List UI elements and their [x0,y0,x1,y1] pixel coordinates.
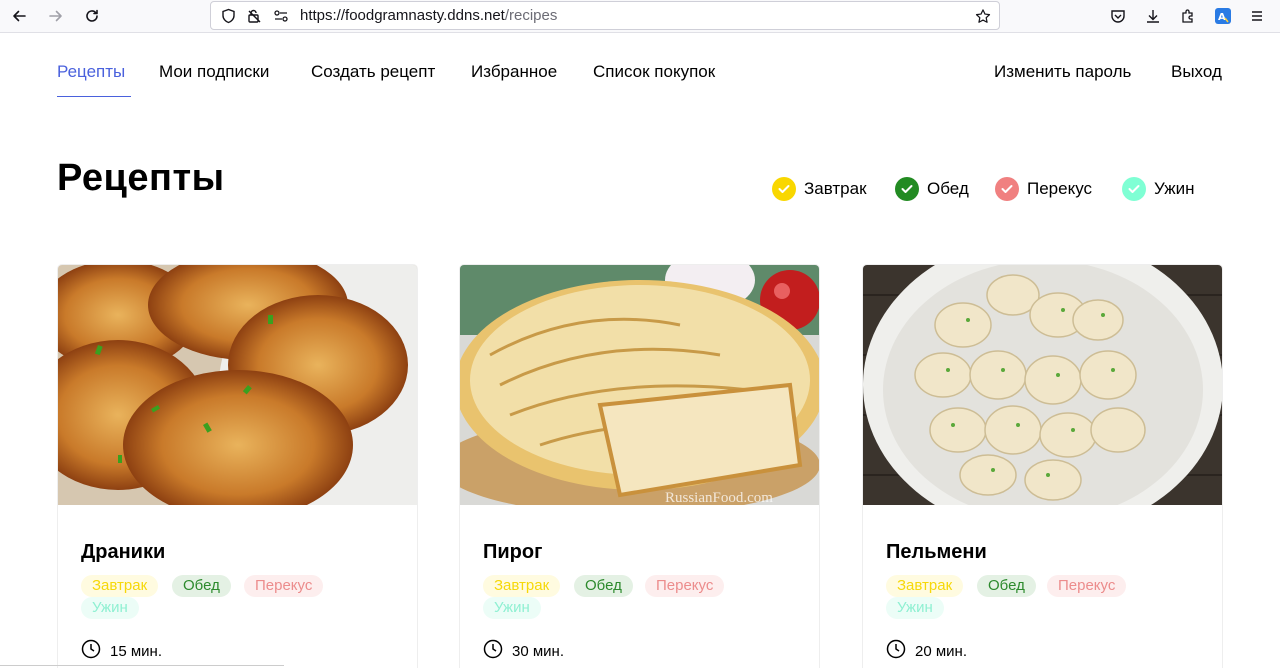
recipe-image[interactable] [58,265,417,505]
browser-toolbar: https://foodgramnasty.ddns.net/recipes A [0,0,1280,33]
tag-snack: Перекус [645,575,725,597]
recipe-image[interactable] [863,265,1222,505]
tag-dinner: Ужин [81,597,139,619]
tag-dinner: Ужин [886,597,944,619]
nav-logout[interactable]: Выход [1171,62,1222,82]
nav-create-recipe[interactable]: Создать рецепт [311,62,435,82]
extensions-icon[interactable] [1177,5,1199,27]
pocket-icon[interactable] [1107,5,1129,27]
address-bar[interactable]: https://foodgramnasty.ddns.net/recipes [210,1,1000,30]
tag-dinner: Ужин [483,597,541,619]
filter-label: Ужин [1154,179,1195,198]
permissions-icon[interactable] [273,8,289,24]
filter-breakfast[interactable]: Завтрак [772,176,867,202]
watermark: RussianFood.com [665,490,773,505]
tag-lunch: Обед [172,575,231,597]
site-header: Рецепты Мои подписки Создать рецепт Избр… [0,34,1280,114]
nav-recipes[interactable]: Рецепты [57,62,125,82]
recipe-time: 20 мин. [886,639,967,663]
time-label: 20 мин. [915,642,967,660]
nav-change-password[interactable]: Изменить пароль [994,62,1131,82]
check-icon [1122,177,1146,201]
clock-icon [483,639,503,663]
menu-icon[interactable] [1246,5,1268,27]
clock-icon [886,639,906,663]
time-label: 15 мин. [110,642,162,660]
recipe-time: 15 мин. [81,639,162,663]
check-icon [995,177,1019,201]
translate-icon[interactable]: A [1212,5,1234,27]
divider [0,665,284,666]
recipe-image[interactable]: RussianFood.com [460,265,819,505]
bookmark-star-icon[interactable] [975,8,991,24]
tag-breakfast: Завтрак [483,575,561,597]
tag-snack: Перекус [1047,575,1127,597]
filter-label: Перекус [1027,179,1093,198]
check-icon [895,177,919,201]
time-label: 30 мин. [512,642,564,660]
tag-breakfast: Завтрак [81,575,159,597]
recipe-card[interactable]: Пельмени Завтрак Обед Перекус Ужин 20 ми… [862,264,1223,668]
page-title: Рецепты [57,157,225,199]
filter-lunch[interactable]: Обед [895,176,969,202]
tag-lunch: Обед [977,575,1036,597]
recipe-time: 30 мин. [483,639,564,663]
lock-warning-icon[interactable] [246,8,262,24]
shield-icon[interactable] [220,8,236,24]
filter-dinner[interactable]: Ужин [1122,176,1195,202]
recipe-name[interactable]: Драники [81,541,165,564]
nav-active-indicator [57,96,131,97]
forward-icon[interactable] [43,4,69,28]
recipe-name[interactable]: Пельмени [886,541,987,564]
filter-label: Завтрак [804,179,867,198]
recipe-name[interactable]: Пирог [483,541,542,564]
tag-lunch: Обед [574,575,633,597]
nav-shopping-list[interactable]: Список покупок [593,62,715,82]
filter-label: Обед [927,179,969,198]
back-icon[interactable] [6,4,32,28]
nav-favorites[interactable]: Избранное [471,62,557,82]
nav-subscriptions[interactable]: Мои подписки [159,62,269,82]
filter-snack[interactable]: Перекус [995,176,1092,202]
download-icon[interactable] [1142,5,1164,27]
recipe-card[interactable]: RussianFood.com Пирог Завтрак Обед Перек… [459,264,820,668]
tag-snack: Перекус [244,575,324,597]
reload-icon[interactable] [79,4,105,28]
check-icon [772,177,796,201]
clock-icon [81,639,101,663]
recipe-card[interactable]: Драники Завтрак Обед Перекус Ужин 15 мин… [57,264,418,668]
tag-breakfast: Завтрак [886,575,964,597]
svg-text:A: A [1218,12,1226,23]
url-text[interactable]: https://foodgramnasty.ddns.net/recipes [300,7,557,24]
